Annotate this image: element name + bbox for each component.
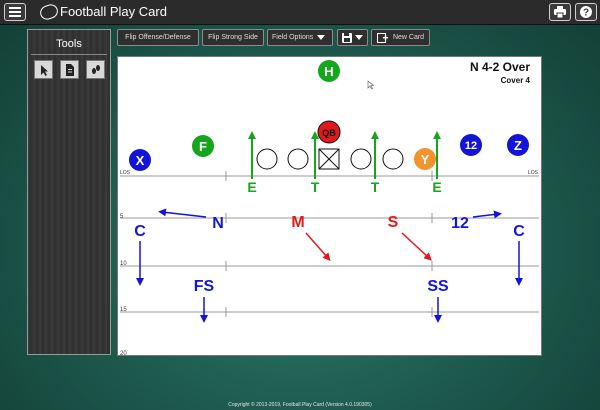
yard-label-los-right: LOS bbox=[528, 170, 539, 176]
player-z[interactable]: Z bbox=[507, 134, 529, 156]
new-card-button[interactable]: New Card bbox=[371, 29, 430, 46]
title-bar: Football Play Card ? bbox=[0, 0, 600, 25]
printer-icon bbox=[554, 6, 566, 18]
player-f[interactable]: F bbox=[192, 135, 214, 157]
yard-label-20: 20 bbox=[120, 351, 127, 355]
tools-title: Tools bbox=[56, 38, 82, 50]
select-tool-button[interactable] bbox=[34, 60, 53, 79]
player-z-label: Z bbox=[514, 138, 522, 153]
center-player[interactable] bbox=[318, 148, 340, 170]
menu-button[interactable] bbox=[4, 3, 26, 21]
field-options-dropdown[interactable]: Field Options bbox=[267, 29, 333, 46]
svg-text:?: ? bbox=[583, 8, 589, 19]
offensive-lineman[interactable] bbox=[287, 148, 309, 170]
flip-strong-side-button[interactable]: Flip Strong Side bbox=[202, 29, 264, 46]
player-x[interactable]: X bbox=[129, 149, 151, 171]
player-qb-label: QB bbox=[322, 128, 336, 138]
route-arrow bbox=[305, 232, 331, 262]
defender-m[interactable]: M bbox=[291, 214, 304, 231]
help-button[interactable]: ? bbox=[575, 3, 597, 21]
offensive-lineman[interactable] bbox=[256, 148, 278, 170]
print-button[interactable] bbox=[549, 3, 571, 21]
route-tool-button[interactable] bbox=[86, 60, 105, 79]
app-title: Football Play Card bbox=[60, 4, 167, 19]
document-icon bbox=[65, 63, 74, 76]
player-qb[interactable]: QB bbox=[317, 120, 341, 144]
footprint-icon bbox=[91, 64, 100, 74]
player-x-label: X bbox=[136, 153, 145, 168]
hamburger-icon bbox=[9, 7, 21, 17]
yard-label-15: 15 bbox=[120, 307, 127, 313]
play-name: N 4-2 Over bbox=[470, 60, 530, 74]
defender-t-left[interactable]: T bbox=[311, 179, 320, 195]
route-arrow bbox=[401, 232, 432, 261]
tools-panel: Tools bbox=[27, 29, 111, 355]
defender-ss[interactable]: SS bbox=[427, 278, 449, 295]
player-h-label: H bbox=[324, 64, 333, 79]
yard-label-5: 5 bbox=[120, 214, 124, 220]
new-card-icon bbox=[376, 32, 388, 43]
route-arrow bbox=[472, 210, 502, 219]
defender-c-right[interactable]: C bbox=[513, 223, 525, 240]
player-h[interactable]: H bbox=[318, 60, 340, 82]
player-y-label: Y bbox=[421, 152, 430, 167]
player-f-label: F bbox=[199, 139, 207, 154]
defender-s[interactable]: S bbox=[388, 214, 399, 231]
defender-e-left[interactable]: E bbox=[247, 179, 256, 195]
defender-t-right[interactable]: T bbox=[371, 179, 380, 195]
tools-divider bbox=[31, 54, 107, 55]
yard-label-10: 10 bbox=[120, 261, 127, 267]
coverage-name: Cover 4 bbox=[501, 76, 531, 85]
defender-e-right[interactable]: E bbox=[432, 179, 441, 195]
offensive-lineman[interactable] bbox=[350, 148, 372, 170]
field-options-label: Field Options bbox=[272, 34, 314, 41]
football-logo-icon bbox=[38, 2, 60, 22]
defender-n[interactable]: N bbox=[212, 215, 224, 232]
yard-label-los: LOS bbox=[120, 170, 131, 176]
defender-c-left[interactable]: C bbox=[134, 223, 146, 240]
defender-12[interactable]: 12 bbox=[451, 215, 469, 232]
player-12[interactable]: 12 bbox=[460, 134, 482, 156]
chevron-down-icon bbox=[317, 35, 326, 40]
player-y[interactable]: Y bbox=[414, 148, 436, 170]
footer-copyright: Copyright © 2013-2019, Football Play Car… bbox=[228, 402, 372, 408]
mouse-cursor-icon bbox=[367, 80, 375, 90]
new-card-label: New Card bbox=[392, 34, 425, 41]
document-tool-button[interactable] bbox=[60, 60, 79, 79]
field-diagram: N 4-2 Over Cover 4 LOS LOS 5 10 15 20 QB… bbox=[120, 60, 539, 355]
defender-fs[interactable]: FS bbox=[194, 278, 215, 295]
play-field[interactable]: N 4-2 Over Cover 4 LOS LOS 5 10 15 20 QB… bbox=[117, 56, 542, 356]
chevron-down-icon bbox=[355, 35, 363, 40]
save-dropdown-button[interactable] bbox=[337, 29, 368, 46]
question-mark-icon: ? bbox=[580, 6, 592, 18]
flip-offense-defense-button[interactable]: Flip Offense/Defense bbox=[117, 29, 199, 46]
player-12-label: 12 bbox=[465, 140, 477, 152]
offensive-lineman[interactable] bbox=[382, 148, 404, 170]
route-arrow bbox=[158, 208, 207, 218]
pointer-icon bbox=[40, 64, 48, 76]
floppy-disk-icon bbox=[342, 32, 352, 43]
